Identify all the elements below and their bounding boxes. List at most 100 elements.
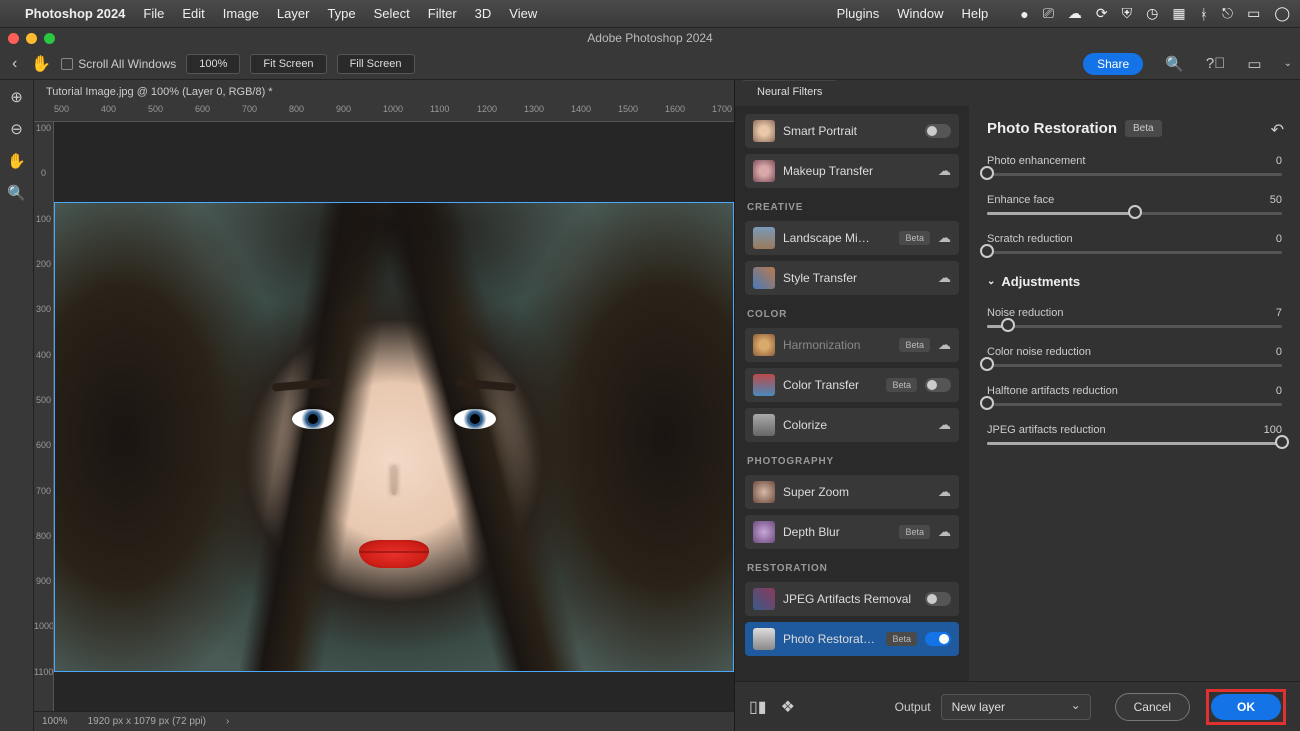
filter-name: Style Transfer — [783, 271, 930, 285]
search-icon[interactable]: 🔍 — [1165, 55, 1184, 73]
filter-row[interactable]: JPEG Artifacts Removal — [745, 582, 959, 616]
record-icon[interactable]: ● — [1020, 6, 1028, 22]
cloud-icon[interactable]: ☁ — [1068, 5, 1082, 22]
cloud-download-icon[interactable]: ☁ — [938, 230, 951, 246]
menu-edit[interactable]: Edit — [182, 6, 204, 21]
user-icon[interactable]: ◯ — [1274, 5, 1290, 22]
sync-icon[interactable]: ⟳ — [1096, 5, 1108, 22]
battery-icon[interactable]: ▭ — [1247, 5, 1260, 22]
clock-icon[interactable]: ◷ — [1146, 5, 1158, 22]
filter-toggle[interactable] — [925, 124, 951, 138]
filter-row[interactable]: Landscape Mi… Beta ☁ — [745, 221, 959, 255]
cloud-download-icon[interactable]: ☁ — [938, 337, 951, 353]
menu-window[interactable]: Window — [897, 6, 943, 21]
filter-row[interactable]: Super Zoom ☁ — [745, 475, 959, 509]
menu-view[interactable]: View — [509, 6, 537, 21]
slider-track[interactable] — [987, 212, 1282, 215]
slider-group: Enhance face50 — [987, 194, 1282, 215]
slider-label: Photo enhancement — [987, 155, 1085, 167]
slider-track[interactable] — [987, 173, 1282, 176]
menu-filter[interactable]: Filter — [428, 6, 457, 21]
menu-help[interactable]: Help — [962, 6, 989, 21]
zoom-level[interactable]: 100% — [186, 54, 240, 74]
menu-select[interactable]: Select — [374, 6, 410, 21]
app-name[interactable]: Photoshop 2024 — [25, 6, 125, 21]
filter-toggle[interactable] — [925, 378, 951, 392]
cancel-button[interactable]: Cancel — [1115, 693, 1190, 721]
display-icon[interactable]: ⎚ — [1043, 5, 1054, 22]
cloud-download-icon[interactable]: ☁ — [938, 270, 951, 286]
filter-thumb — [753, 160, 775, 182]
help-icon[interactable]: ?⃝ — [1206, 55, 1226, 72]
share-button[interactable]: Share — [1083, 53, 1143, 75]
hand-tool-icon[interactable]: ✋ — [7, 152, 26, 170]
filter-row[interactable]: Colorize ☁ — [745, 408, 959, 442]
slider-value: 0 — [1276, 155, 1282, 167]
status-chevron-icon[interactable]: › — [226, 716, 229, 727]
filter-row[interactable]: Color Transfer Beta — [745, 368, 959, 402]
menu-plugins[interactable]: Plugins — [837, 6, 880, 21]
zoom-in-icon[interactable]: ⊕ — [10, 88, 23, 106]
cloud-download-icon[interactable]: ☁ — [938, 417, 951, 433]
ok-button[interactable]: OK — [1211, 694, 1281, 720]
adjustments-header[interactable]: ⌄Adjustments — [987, 274, 1282, 289]
slider-track[interactable] — [987, 442, 1282, 445]
zoom-out-icon[interactable]: ⊖ — [10, 120, 23, 138]
slider-track[interactable] — [987, 325, 1282, 328]
app-icon[interactable]: ▦ — [1172, 5, 1185, 22]
filter-row[interactable]: Depth Blur Beta ☁ — [745, 515, 959, 549]
filter-toggle[interactable] — [925, 592, 951, 606]
document-tab[interactable]: Tutorial Image.jpg @ 100% (Layer 0, RGB/… — [34, 80, 734, 104]
filter-row[interactable]: Style Transfer ☁ — [745, 261, 959, 295]
fit-screen-button[interactable]: Fit Screen — [250, 54, 326, 74]
bluetooth-icon[interactable]: ᚼ — [1200, 6, 1208, 22]
status-zoom[interactable]: 100% — [42, 716, 68, 727]
filter-row[interactable]: Makeup Transfer ☁ — [745, 154, 959, 188]
slider-label: Color noise reduction — [987, 346, 1091, 358]
reset-icon[interactable]: ↶ — [1271, 120, 1284, 140]
chevron-down-icon[interactable]: ⌄ — [1284, 58, 1292, 69]
neural-filters-tab[interactable]: Neural Filters — [743, 80, 836, 106]
canvas-viewport[interactable] — [54, 122, 734, 711]
back-button[interactable]: ‹ — [8, 55, 21, 73]
window-close-button[interactable] — [8, 33, 19, 44]
adjustments-label: Adjustments — [1001, 274, 1080, 289]
beta-badge: Beta — [899, 338, 930, 352]
window-maximize-button[interactable] — [44, 33, 55, 44]
workspace-icon[interactable]: ▭ — [1247, 55, 1261, 73]
filter-row[interactable]: Photo Restorat… Beta — [745, 622, 959, 656]
slider-value: 50 — [1270, 194, 1282, 206]
compare-icon[interactable]: ▯▮ — [749, 697, 767, 717]
zoom-tool-icon[interactable]: 🔍 — [7, 184, 26, 202]
menu-layer[interactable]: Layer — [277, 6, 310, 21]
macos-menubar: Photoshop 2024 File Edit Image Layer Typ… — [0, 0, 1300, 28]
fill-screen-button[interactable]: Fill Screen — [337, 54, 415, 74]
wifi-icon[interactable]: ⎋ — [1222, 5, 1233, 22]
hand-tool-icon[interactable]: ✋ — [31, 54, 51, 74]
menu-file[interactable]: File — [143, 6, 164, 21]
beta-badge: Beta — [886, 378, 917, 392]
cloud-download-icon[interactable]: ☁ — [938, 484, 951, 500]
filter-row[interactable]: Harmonization Beta ☁ — [745, 328, 959, 362]
traffic-lights — [8, 33, 55, 44]
slider-track[interactable] — [987, 251, 1282, 254]
scroll-all-checkbox[interactable]: Scroll All Windows — [61, 57, 176, 71]
filter-category: PHOTOGRAPHY — [747, 456, 959, 467]
layers-icon[interactable]: ❖ — [781, 697, 795, 717]
cloud-download-icon[interactable]: ☁ — [938, 524, 951, 540]
slider-track[interactable] — [987, 403, 1282, 406]
filter-list[interactable]: Smart Portrait Makeup Transfer ☁CREATIVE… — [735, 106, 969, 681]
menu-image[interactable]: Image — [223, 6, 259, 21]
cloud-download-icon[interactable]: ☁ — [938, 163, 951, 179]
menu-type[interactable]: Type — [327, 6, 355, 21]
window-minimize-button[interactable] — [26, 33, 37, 44]
filter-name: Harmonization — [783, 338, 891, 352]
filter-name: Colorize — [783, 418, 930, 432]
filter-toggle[interactable] — [925, 632, 951, 646]
filter-row[interactable]: Smart Portrait — [745, 114, 959, 148]
beta-badge: Beta — [899, 525, 930, 539]
shield-icon[interactable]: ⛨ — [1122, 5, 1133, 22]
output-select[interactable]: New layer — [941, 694, 1091, 720]
slider-track[interactable] — [987, 364, 1282, 367]
menu-3d[interactable]: 3D — [475, 6, 492, 21]
